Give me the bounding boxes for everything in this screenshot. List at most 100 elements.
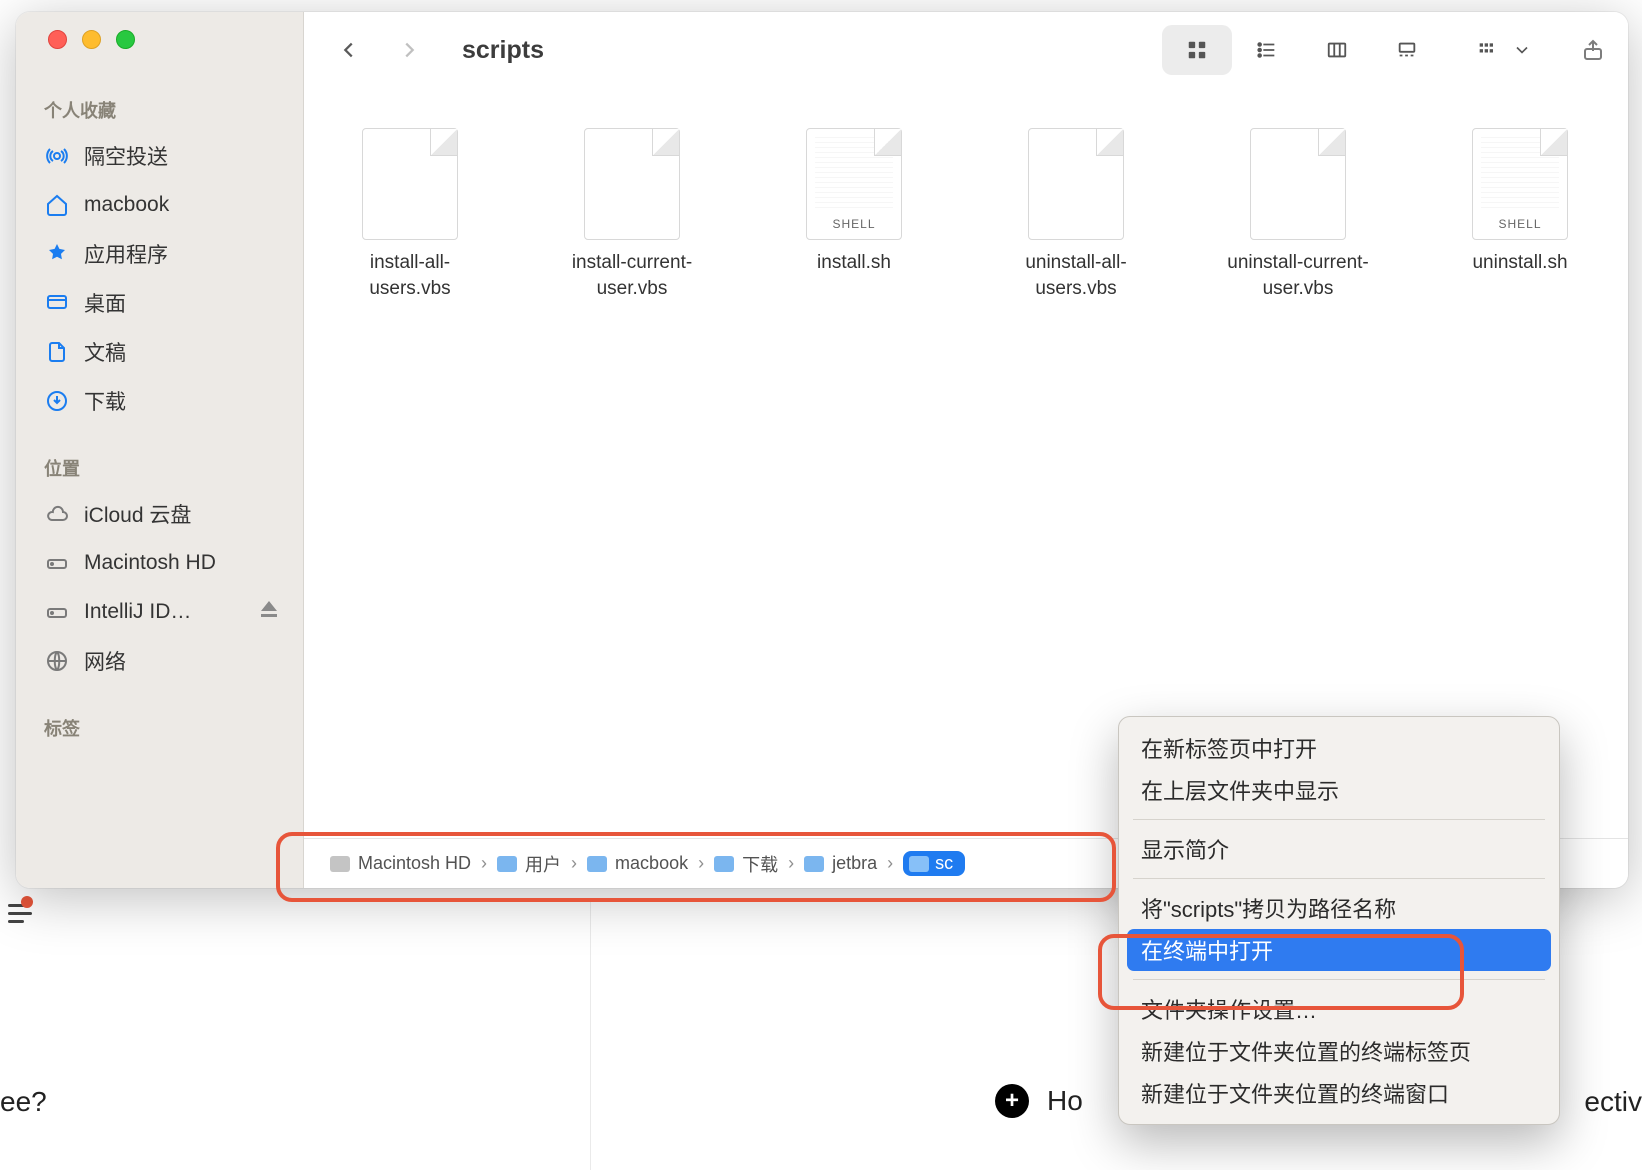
path-crumb[interactable]: macbook bbox=[587, 853, 688, 874]
annotation-dot bbox=[21, 896, 33, 908]
file-item[interactable]: uninstall-current-user.vbs bbox=[1218, 128, 1378, 301]
file-item[interactable]: SHELL uninstall.sh bbox=[1440, 128, 1600, 276]
view-icons-button[interactable] bbox=[1162, 25, 1232, 75]
home-icon bbox=[44, 193, 70, 217]
airdrop-icon bbox=[44, 144, 70, 168]
crumb-label: macbook bbox=[615, 853, 688, 874]
path-crumb-selected[interactable]: sc bbox=[903, 851, 965, 876]
share-button[interactable] bbox=[1568, 38, 1618, 62]
menu-separator bbox=[1133, 819, 1545, 820]
hamburger-icon bbox=[8, 912, 32, 915]
sidebar-item-label: 网络 bbox=[84, 646, 126, 676]
forward-button[interactable] bbox=[384, 26, 434, 74]
path-crumb[interactable]: 用户 bbox=[497, 851, 561, 877]
zoom-button[interactable] bbox=[116, 30, 135, 49]
sidebar-heading-tags: 标签 bbox=[16, 715, 303, 749]
finder-toolbar: scripts bbox=[304, 12, 1628, 88]
cloud-icon bbox=[44, 502, 70, 526]
sidebar-item-documents[interactable]: 文稿 bbox=[16, 327, 303, 376]
sidebar-item-label: 文稿 bbox=[84, 337, 126, 367]
file-name: install-current-user.vbs bbox=[552, 250, 712, 301]
crumb-label: sc bbox=[935, 853, 953, 874]
documents-icon bbox=[44, 340, 70, 364]
back-button[interactable] bbox=[324, 26, 374, 74]
menu-item-open-new-tab[interactable]: 在新标签页中打开 bbox=[1119, 727, 1559, 769]
crumb-label: Macintosh HD bbox=[358, 853, 471, 874]
file-item[interactable]: uninstall-all-users.vbs bbox=[996, 128, 1156, 301]
desktop-icon bbox=[44, 291, 70, 315]
menu-separator bbox=[1133, 878, 1545, 879]
network-icon bbox=[44, 649, 70, 673]
sidebar-item-desktop[interactable]: 桌面 bbox=[16, 278, 303, 327]
close-button[interactable] bbox=[48, 30, 67, 49]
chevron-down-icon bbox=[1508, 40, 1536, 60]
hd-icon bbox=[330, 856, 350, 872]
bg-add-button[interactable]: + Ho bbox=[995, 1084, 1083, 1118]
menu-item-get-info[interactable]: 显示简介 bbox=[1119, 828, 1559, 870]
folder-icon bbox=[909, 856, 929, 872]
file-name: uninstall.sh bbox=[1472, 250, 1567, 276]
sidebar-item-macintosh-hd[interactable]: Macintosh HD bbox=[16, 538, 303, 587]
sidebar-item-network[interactable]: 网络 bbox=[16, 636, 303, 685]
menu-item-open-terminal[interactable]: 在终端中打开 bbox=[1127, 929, 1551, 971]
context-menu: 在新标签页中打开 在上层文件夹中显示 显示简介 将"scripts"拷贝为路径名… bbox=[1118, 716, 1560, 1125]
apps-icon bbox=[44, 242, 70, 266]
finder-sidebar: 个人收藏 隔空投送 macbook 应用程序 bbox=[16, 12, 304, 888]
file-name: install-all-users.vbs bbox=[330, 250, 490, 301]
path-crumb[interactable]: Macintosh HD bbox=[330, 853, 471, 874]
sidebar-item-applications[interactable]: 应用程序 bbox=[16, 229, 303, 278]
folder-icon bbox=[497, 856, 517, 872]
group-by-button[interactable] bbox=[1460, 40, 1550, 60]
file-icon: SHELL bbox=[806, 128, 902, 240]
bg-text-left: ee? bbox=[0, 1086, 47, 1118]
nav-buttons bbox=[324, 26, 434, 74]
disk-icon bbox=[44, 600, 70, 624]
view-gallery-button[interactable] bbox=[1372, 25, 1442, 75]
sidebar-item-label: 应用程序 bbox=[84, 239, 168, 269]
sidebar-heading-locations: 位置 bbox=[16, 455, 303, 489]
sidebar-item-label: IntelliJ ID… bbox=[84, 600, 191, 624]
sidebar-item-label: 下载 bbox=[84, 386, 126, 416]
view-switcher bbox=[1162, 25, 1442, 75]
sidebar-item-airdrop[interactable]: 隔空投送 bbox=[16, 131, 303, 180]
sidebar-item-label: 桌面 bbox=[84, 288, 126, 318]
minimize-button[interactable] bbox=[82, 30, 101, 49]
menu-item-copy-path[interactable]: 将"scripts"拷贝为路径名称 bbox=[1119, 887, 1559, 929]
file-name: install.sh bbox=[817, 250, 891, 276]
file-name: uninstall-current-user.vbs bbox=[1218, 250, 1378, 301]
menu-item-folder-actions[interactable]: 文件夹操作设置… bbox=[1119, 988, 1559, 1030]
window-controls bbox=[16, 30, 303, 49]
sidebar-item-icloud[interactable]: iCloud 云盘 bbox=[16, 489, 303, 538]
menu-separator bbox=[1133, 979, 1545, 980]
bg-button-label: Ho bbox=[1047, 1085, 1083, 1117]
sidebar-item-label: 隔空投送 bbox=[84, 141, 168, 171]
folder-icon bbox=[804, 856, 824, 872]
sidebar-item-intellij[interactable]: IntelliJ ID… bbox=[16, 587, 303, 636]
view-list-button[interactable] bbox=[1232, 25, 1302, 75]
sidebar-item-downloads[interactable]: 下载 bbox=[16, 376, 303, 425]
sidebar-heading-favorites: 个人收藏 bbox=[16, 97, 303, 131]
view-columns-button[interactable] bbox=[1302, 25, 1372, 75]
file-icon bbox=[1250, 128, 1346, 240]
plus-icon: + bbox=[995, 1084, 1029, 1118]
sidebar-item-label: macbook bbox=[84, 193, 169, 217]
path-crumb[interactable]: 下载 bbox=[714, 851, 778, 877]
file-icon bbox=[584, 128, 680, 240]
file-item[interactable]: SHELL install.sh bbox=[774, 128, 934, 276]
crumb-label: jetbra bbox=[832, 853, 877, 874]
menu-item-show-enclosing[interactable]: 在上层文件夹中显示 bbox=[1119, 769, 1559, 811]
path-crumb[interactable]: jetbra bbox=[804, 853, 877, 874]
crumb-label: 下载 bbox=[742, 851, 778, 877]
file-icon bbox=[362, 128, 458, 240]
file-item[interactable]: install-current-user.vbs bbox=[552, 128, 712, 301]
sidebar-item-label: Macintosh HD bbox=[84, 551, 216, 575]
crumb-label: 用户 bbox=[525, 851, 561, 877]
menu-item-new-terminal-window[interactable]: 新建位于文件夹位置的终端窗口 bbox=[1119, 1072, 1559, 1114]
menu-item-new-terminal-tab[interactable]: 新建位于文件夹位置的终端标签页 bbox=[1119, 1030, 1559, 1072]
eject-icon[interactable] bbox=[257, 597, 281, 627]
sidebar-item-home[interactable]: macbook bbox=[16, 180, 303, 229]
file-icon: SHELL bbox=[1472, 128, 1568, 240]
disk-icon bbox=[44, 551, 70, 575]
file-item[interactable]: install-all-users.vbs bbox=[330, 128, 490, 301]
home-folder-icon bbox=[587, 856, 607, 872]
